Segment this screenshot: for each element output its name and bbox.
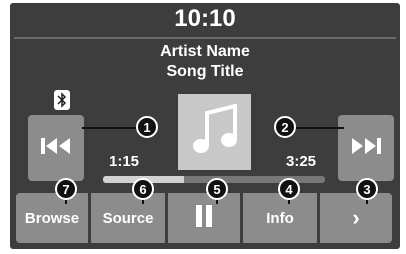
next-track-button[interactable] — [338, 115, 394, 181]
bluetooth-icon — [54, 90, 70, 110]
previous-track-button[interactable] — [28, 115, 84, 181]
callout-line-1 — [82, 127, 144, 129]
song-title: Song Title — [166, 63, 244, 80]
track-duration: 3:25 — [286, 153, 317, 170]
more-label: › — [352, 205, 360, 230]
callout-line-2 — [290, 127, 344, 129]
skip-next-icon — [349, 136, 383, 161]
pause-icon — [195, 204, 213, 232]
browse-button[interactable]: Browse — [16, 193, 88, 243]
pause-button[interactable] — [168, 193, 240, 243]
callout-badge-7: 7 — [55, 178, 77, 200]
callout-badge-2: 2 — [274, 116, 296, 138]
callout-badge-5: 5 — [206, 178, 228, 200]
browse-label: Browse — [24, 209, 80, 227]
more-button[interactable]: › — [320, 193, 392, 243]
elapsed-time: 1:15 — [109, 153, 140, 170]
album-art — [178, 94, 251, 170]
callout-badge-3: 3 — [356, 178, 378, 200]
source-label: Source — [102, 209, 154, 227]
bottom-bar: Browse Source Info › — [16, 193, 396, 243]
clock: 10:10 — [174, 5, 236, 32]
callout-badge-4: 4 — [278, 178, 300, 200]
skip-previous-icon — [39, 136, 73, 161]
callout-badge-1: 1 — [136, 116, 158, 138]
music-note-icon — [189, 101, 241, 164]
callout-badge-6: 6 — [132, 178, 154, 200]
info-label: Info — [266, 209, 294, 227]
source-button[interactable]: Source — [91, 193, 165, 243]
header-divider — [14, 37, 396, 39]
artist-name: Artist Name — [160, 43, 250, 60]
info-button[interactable]: Info — [243, 193, 317, 243]
